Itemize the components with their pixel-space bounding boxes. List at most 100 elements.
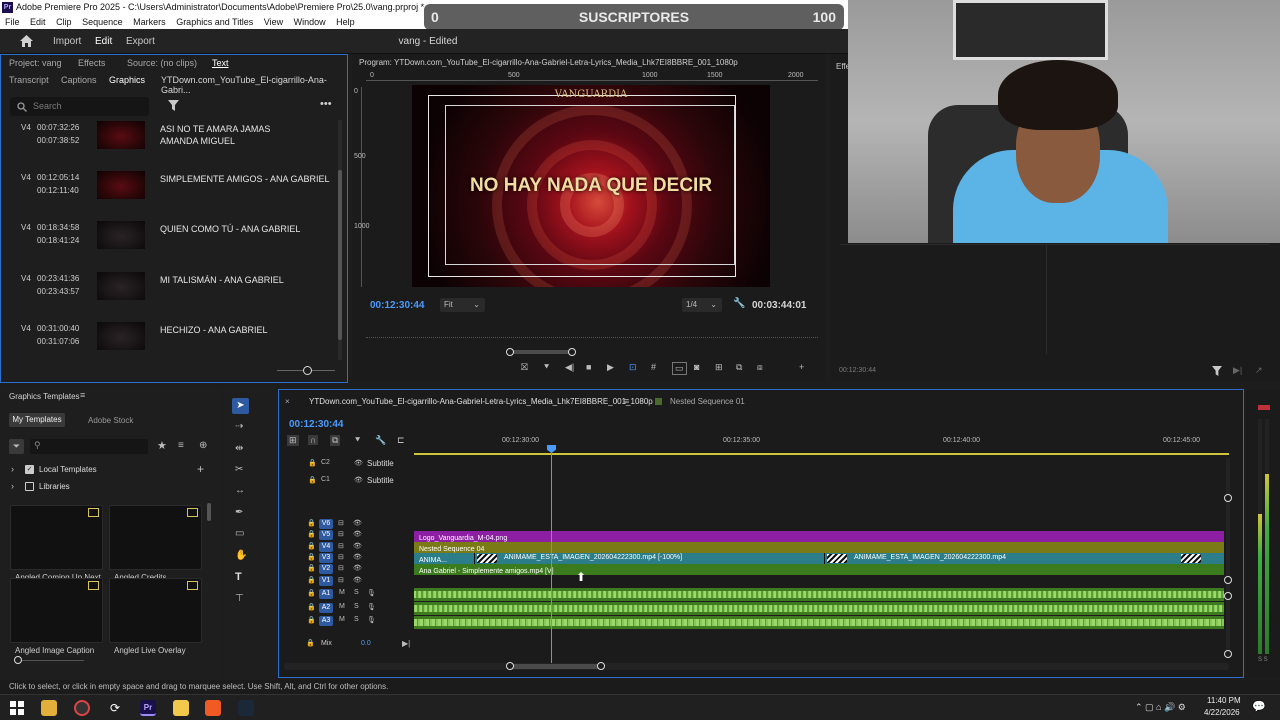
lock-icon[interactable]: 🔒 bbox=[308, 459, 317, 467]
comparison-view-icon[interactable]: ▭ bbox=[672, 362, 687, 375]
microphone-icon[interactable]: 🎙 bbox=[367, 589, 376, 597]
resolution-dropdown[interactable]: 1/4 ⌄ bbox=[682, 298, 722, 312]
insert-icon[interactable]: ⧉ bbox=[736, 362, 742, 373]
chrome-icon[interactable] bbox=[74, 700, 90, 716]
rectangle-tool-icon[interactable]: ▭ bbox=[235, 528, 244, 539]
solo-icon[interactable]: S S bbox=[1258, 657, 1268, 663]
add-button-icon[interactable]: + bbox=[799, 362, 804, 372]
go-to-end-icon[interactable]: ▶| bbox=[402, 639, 410, 648]
file-explorer-icon[interactable] bbox=[41, 700, 57, 716]
lock-icon[interactable]: 🔒 bbox=[307, 603, 316, 611]
tab-my-templates[interactable]: My Templates bbox=[9, 413, 65, 427]
template-angled-live-overlay[interactable]: Angled Live Overlay bbox=[109, 578, 202, 655]
pen-tool-icon[interactable]: ✒ bbox=[235, 507, 243, 518]
step-back-icon[interactable]: ◀| bbox=[565, 362, 574, 373]
track-target[interactable]: V3 bbox=[319, 552, 333, 563]
menu-edit[interactable]: Edit bbox=[30, 17, 46, 27]
folder-libraries[interactable]: › Libraries bbox=[11, 481, 211, 495]
add-marker-icon[interactable]: ⯆ bbox=[543, 362, 550, 373]
tab-source[interactable]: Source: (no clips) bbox=[127, 58, 197, 68]
video-track-header[interactable]: 🔒 V6 ⊟ 👁 bbox=[279, 519, 1243, 530]
eye-icon[interactable]: 👁 bbox=[353, 530, 362, 538]
windows-start-icon[interactable] bbox=[9, 700, 25, 716]
tab-text[interactable]: Text bbox=[212, 58, 229, 68]
panel-menu-icon[interactable]: ≡ bbox=[80, 390, 85, 400]
solo-icon[interactable]: S bbox=[354, 589, 359, 596]
hand-tool-icon[interactable]: ✋ bbox=[235, 550, 247, 561]
program-timecode[interactable]: 00:12:30:44 bbox=[370, 300, 424, 311]
track-target[interactable]: V1 bbox=[319, 575, 333, 586]
tab-sequence-captions[interactable]: YTDown.com_YouTube_El-cigarrillo-Ana-Gab… bbox=[161, 75, 347, 95]
track-target[interactable]: A1 bbox=[319, 589, 333, 599]
menu-markers[interactable]: Markers bbox=[133, 17, 166, 27]
timeline-horizontal-scrollbar[interactable] bbox=[284, 662, 1229, 670]
lock-icon[interactable]: 🔒 bbox=[306, 639, 315, 647]
template-size-slider[interactable] bbox=[22, 660, 84, 661]
templates-scrollbar[interactable] bbox=[207, 503, 211, 521]
clip-list-scrollbar[interactable] bbox=[338, 120, 342, 360]
program-video-frame[interactable]: VANGUARDIA NO HAY NADA QUE DECIR bbox=[412, 85, 770, 287]
sequence-tab-main[interactable]: YTDown.com_YouTube_El-cigarrillo-Ana-Gab… bbox=[309, 397, 653, 406]
solo-icon[interactable]: S bbox=[354, 616, 359, 623]
folder-local-templates[interactable]: › ✓ Local Templates + bbox=[11, 462, 211, 478]
track-target[interactable]: V2 bbox=[319, 564, 333, 575]
graphics-clip-item[interactable]: V4 00:23:41:36 00:23:43:57 MI TALISMÁN - AN… bbox=[1, 272, 341, 318]
mark-in-icon[interactable]: ⛝ bbox=[521, 362, 528, 373]
lock-icon[interactable]: 🔒 bbox=[307, 576, 316, 584]
lock-icon[interactable]: 🔒 bbox=[308, 476, 317, 484]
tab-adobe-stock[interactable]: Adobe Stock bbox=[88, 416, 133, 425]
mute-icon[interactable]: M bbox=[339, 616, 345, 623]
timeline-ruler[interactable]: 00:12:30:00 00:12:35:00 00:12:40:00 00:1… bbox=[414, 433, 1229, 455]
lock-icon[interactable]: 🔒 bbox=[307, 553, 316, 561]
thumbnail-size-handle[interactable] bbox=[303, 366, 312, 375]
menu-graphics[interactable]: Graphics and Titles bbox=[176, 17, 253, 27]
template-search-input[interactable]: ⚲ bbox=[30, 439, 148, 454]
eye-icon[interactable]: 👁 bbox=[353, 553, 362, 561]
notification-icon[interactable]: 💬 bbox=[1252, 700, 1266, 713]
slip-tool-icon[interactable]: ↔ bbox=[235, 485, 245, 496]
wrench-icon[interactable]: 🔧 bbox=[375, 435, 386, 446]
checkbox-icon[interactable] bbox=[25, 482, 34, 491]
menu-file[interactable]: File bbox=[5, 17, 20, 27]
sequence-tab-nested[interactable]: Nested Sequence 01 bbox=[670, 397, 745, 406]
grid-icon[interactable]: # bbox=[651, 362, 656, 372]
sync-lock-icon[interactable]: ⊟ bbox=[338, 530, 344, 538]
play-only-audio-icon[interactable]: ▶| bbox=[1233, 365, 1242, 376]
graphics-clip-item[interactable]: V4 00:31:00:40 00:31:07:06 HECHIZO - ANA GA… bbox=[1, 322, 341, 368]
sync-lock-icon[interactable]: ⊟ bbox=[338, 542, 344, 550]
stop-icon[interactable]: ■ bbox=[586, 362, 591, 372]
sync-lock-icon[interactable]: ⊟ bbox=[338, 519, 344, 527]
eye-icon[interactable]: 👁 bbox=[353, 564, 362, 572]
steam-icon[interactable] bbox=[238, 700, 254, 716]
brave-icon[interactable] bbox=[205, 700, 221, 716]
razor-tool-icon[interactable]: ✂ bbox=[235, 464, 243, 475]
add-marker-icon[interactable]: ⯆ bbox=[354, 435, 361, 446]
taskbar-date[interactable]: 4/22/2026 bbox=[1204, 708, 1240, 717]
panel-menu-icon[interactable]: ••• bbox=[320, 98, 332, 110]
sync-lock-icon[interactable]: ⊟ bbox=[338, 553, 344, 561]
eye-icon[interactable]: 👁 bbox=[353, 576, 362, 584]
lock-icon[interactable]: 🔒 bbox=[307, 519, 316, 527]
capcut-icon[interactable]: ⟳ bbox=[107, 700, 123, 716]
lock-icon[interactable]: 🔒 bbox=[307, 589, 316, 597]
ripple-edit-tool-icon[interactable]: ⇹ bbox=[235, 443, 243, 454]
graphics-clip-item[interactable]: V4 00:12:05:14 00:12:11:40 SIMPLEMENTE AMIG… bbox=[1, 171, 341, 217]
clip-anima-short[interactable]: ANIMA... bbox=[414, 553, 474, 564]
lock-icon[interactable]: 🔒 bbox=[307, 616, 316, 624]
eye-icon[interactable]: 👁 bbox=[353, 519, 362, 527]
mute-icon[interactable]: M bbox=[339, 589, 345, 596]
track-target[interactable]: V6 bbox=[319, 519, 333, 529]
clip-animame[interactable]: ANIMAME_ESTA_IMAGEN_202604222300.mp4 bbox=[824, 553, 1224, 564]
eye-icon[interactable]: 👁 bbox=[354, 459, 363, 467]
menu-help[interactable]: Help bbox=[336, 17, 355, 27]
clip-logo-vanguardia[interactable]: Logo_Vanguardia_M-04.png bbox=[414, 531, 1224, 542]
lock-icon[interactable]: 🔒 bbox=[307, 542, 316, 550]
lock-icon[interactable]: 🔒 bbox=[307, 564, 316, 572]
tab-project[interactable]: Project: vang bbox=[9, 58, 62, 68]
filter-icon[interactable] bbox=[1212, 366, 1222, 377]
taskbar-time[interactable]: 11:40 PM bbox=[1207, 696, 1241, 705]
lyric-overlay-text[interactable]: NO HAY NADA QUE DECIR bbox=[412, 175, 770, 197]
track-target[interactable]: V5 bbox=[319, 530, 333, 541]
add-icon[interactable]: + bbox=[197, 462, 204, 476]
tray-icons[interactable]: ⌃ ▢ ⌂ 🔊 ⚙ bbox=[1135, 702, 1186, 713]
